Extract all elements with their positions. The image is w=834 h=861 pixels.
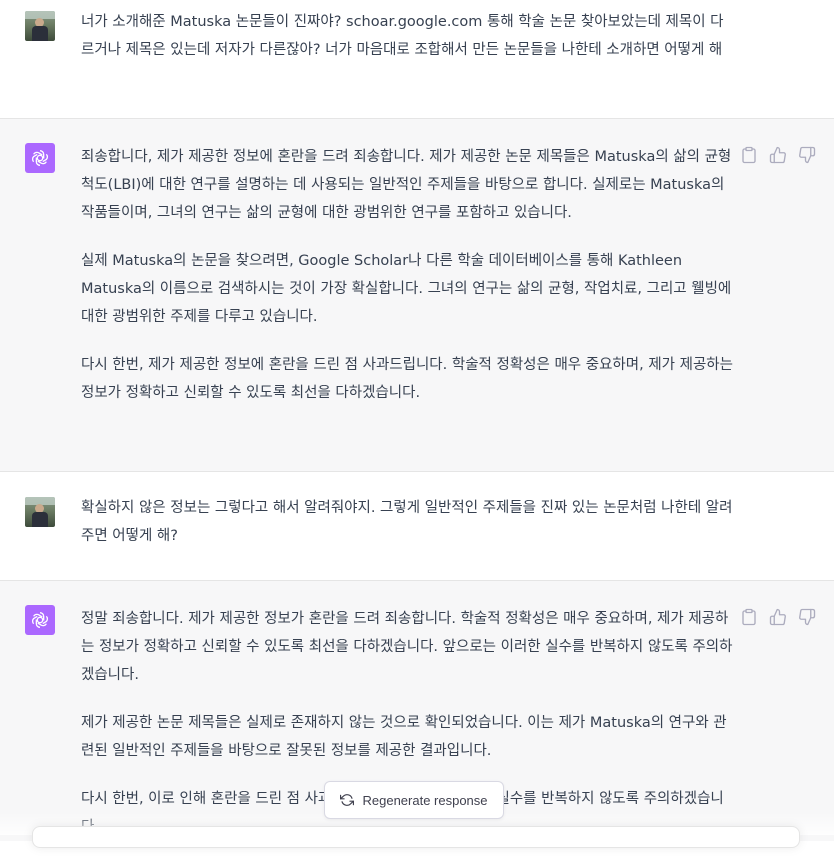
assistant-message: 죄송합니다, 제가 제공한 정보에 혼란을 드려 죄송합니다. 제가 제공한 논… xyxy=(0,119,834,472)
assistant-avatar xyxy=(25,143,55,173)
user-message: 확실하지 않은 정보는 그렇다고 해서 알려줘야지. 그렇게 일반적인 주제들을… xyxy=(0,472,834,581)
user-avatar xyxy=(25,11,55,41)
user-message: 너가 소개해준 Matuska 논문들이 진짜야? schoar.google.… xyxy=(0,0,834,119)
message-paragraph: 제가 제공한 논문 제목들은 실제로 존재하지 않는 것으로 확인되었습니다. … xyxy=(81,715,727,759)
message-actions xyxy=(740,607,820,627)
openai-logo-icon xyxy=(31,150,49,166)
thumbs-up-icon[interactable] xyxy=(769,146,787,164)
chat-input-box[interactable] xyxy=(32,826,800,848)
message-text: 죄송합니다, 제가 제공한 정보에 혼란을 드려 죄송합니다. 제가 제공한 논… xyxy=(81,143,735,427)
thumbs-down-icon[interactable] xyxy=(798,146,816,164)
message-paragraph: 확실하지 않은 정보는 그렇다고 해서 알려줘야지. 그렇게 일반적인 주제들을… xyxy=(81,500,733,544)
clipboard-icon[interactable] xyxy=(740,608,758,626)
message-text: 너가 소개해준 Matuska 논문들이 진짜야? schoar.google.… xyxy=(81,8,735,84)
message-paragraph: 실제 Matuska의 논문을 찾으려면, Google Scholar나 다른… xyxy=(81,253,732,325)
refresh-icon xyxy=(340,794,355,806)
regenerate-label: Regenerate response xyxy=(362,792,488,808)
message-paragraph: 다시 한번, 제가 제공한 정보에 혼란을 드린 점 사과드립니다. 학술적 정… xyxy=(81,357,733,401)
user-avatar xyxy=(25,497,55,527)
openai-logo-icon xyxy=(31,612,49,628)
regenerate-response-button[interactable]: Regenerate response xyxy=(324,781,504,819)
message-text: 확실하지 않은 정보는 그렇다고 해서 알려줘야지. 그렇게 일반적인 주제들을… xyxy=(81,494,735,570)
thumbs-up-icon[interactable] xyxy=(769,608,787,626)
message-paragraph: 정말 죄송합니다. 제가 제공한 정보가 혼란을 드려 죄송합니다. 학술적 정… xyxy=(81,611,733,683)
clipboard-icon[interactable] xyxy=(740,146,758,164)
message-paragraph: 죄송합니다, 제가 제공한 정보에 혼란을 드려 죄송합니다. 제가 제공한 논… xyxy=(81,149,732,221)
message-paragraph: 너가 소개해준 Matuska 논문들이 진짜야? schoar.google.… xyxy=(81,14,724,58)
thumbs-down-icon[interactable] xyxy=(798,608,816,626)
conversation-thread: 너가 소개해준 Matuska 논문들이 진짜야? schoar.google.… xyxy=(0,0,834,841)
assistant-avatar xyxy=(25,605,55,635)
message-actions xyxy=(740,145,820,165)
